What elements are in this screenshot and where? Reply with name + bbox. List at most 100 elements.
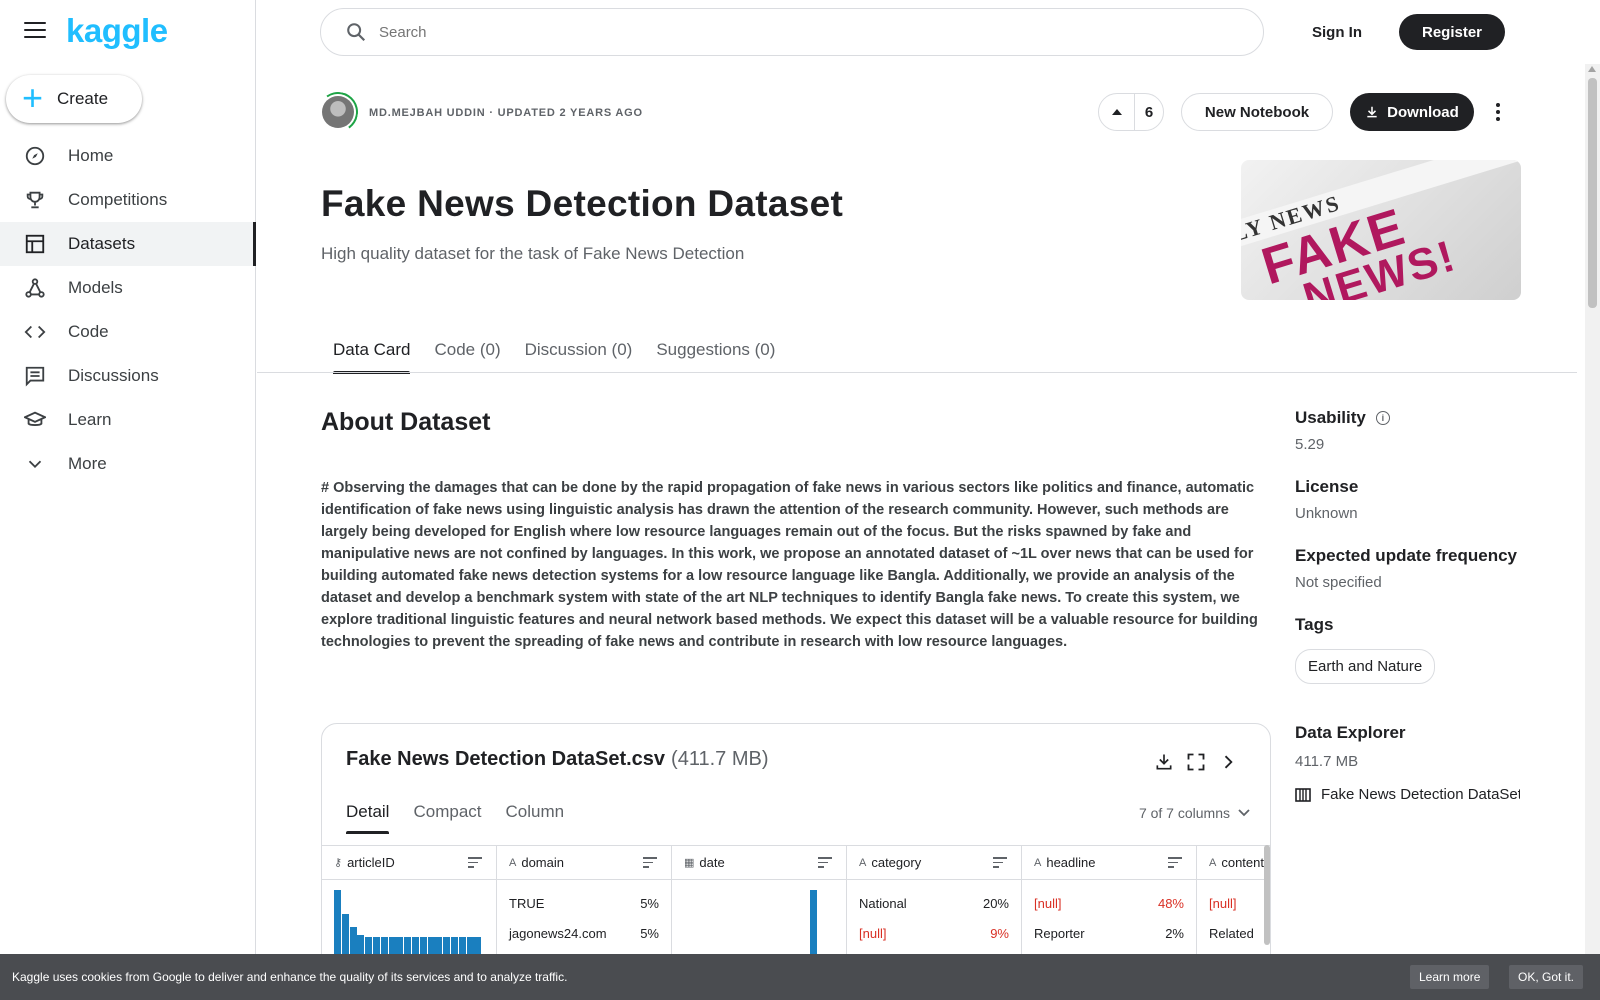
tabs-divider (257, 372, 1577, 373)
sidebar-item-datasets[interactable]: Datasets (0, 222, 256, 266)
chevron-down-icon (24, 453, 46, 475)
value-label: [null] (1209, 895, 1237, 911)
update-frequency-label: Expected update frequency (1295, 546, 1518, 565)
histogram (334, 890, 482, 954)
info-icon[interactable]: i (1375, 411, 1390, 425)
school-icon (24, 409, 46, 431)
column-header[interactable]: ⚷ articleID (322, 846, 496, 880)
download-label: Download (1387, 103, 1459, 121)
download-button[interactable]: Download (1350, 93, 1474, 131)
learn-more-button[interactable]: Learn more (1410, 965, 1490, 989)
table-icon (24, 233, 46, 255)
column-header[interactable]: A domain (497, 846, 671, 880)
column-name: headline (1046, 855, 1096, 870)
tab-detail[interactable]: Detail (346, 802, 390, 834)
sidebar-item-learn[interactable]: Learn (0, 398, 256, 442)
search-bar[interactable] (320, 8, 1264, 56)
sidebar-item-home[interactable]: Home (0, 134, 256, 178)
column-name: date (699, 855, 725, 870)
value-row: [null] 48% (1022, 888, 1196, 918)
string-icon: A (1034, 856, 1042, 869)
histogram-bar (443, 937, 451, 954)
column-header[interactable]: A category (847, 846, 1021, 880)
chevron-right-icon[interactable] (1216, 750, 1240, 774)
accept-cookies-button[interactable]: OK, Got it. (1509, 965, 1584, 989)
date-histogram-bar (810, 890, 817, 954)
sidebar-item-code[interactable]: Code (0, 310, 256, 354)
search-input[interactable] (379, 23, 1179, 41)
fullscreen-icon[interactable] (1184, 750, 1208, 774)
value-label: National (859, 895, 907, 911)
tab-data-card[interactable]: Data Card (321, 330, 422, 374)
more-options-icon[interactable] (1486, 98, 1510, 126)
search-icon (347, 23, 366, 42)
tab-suggestions[interactable]: Suggestions (0) (644, 330, 787, 374)
comment-icon (24, 365, 46, 387)
dataset-cover-image: LY NEWS FAKE NEWS! (1241, 160, 1521, 300)
sort-icon[interactable] (1168, 857, 1182, 871)
dataset-meta: MD.MEJBAH UDDIN · UPDATED 2 YEARS AGO (369, 107, 643, 119)
kaggle-logo[interactable]: kaggle (66, 12, 168, 50)
about-text: # Observing the damages that can be done… (321, 480, 1258, 650)
column-name: articleID (347, 855, 395, 870)
grid-scrollbar[interactable] (1264, 845, 1270, 945)
column-name: category (871, 855, 922, 870)
tab-column[interactable]: Column (506, 802, 565, 834)
sort-icon[interactable] (643, 857, 657, 871)
page-scrollbar[interactable] (1585, 64, 1600, 954)
file-name: Fake News Detection DataSet.csv (346, 748, 666, 770)
histogram-bar (419, 937, 427, 954)
tab-discussion[interactable]: Discussion (0) (513, 330, 645, 374)
download-icon (1367, 106, 1377, 118)
key-icon: ⚷ (334, 857, 343, 869)
sidebar-item-label: Discussions (68, 366, 159, 385)
tab-compact[interactable]: Compact (413, 802, 481, 834)
sidebar-item-label: Datasets (68, 234, 136, 253)
sidebar-item-more[interactable]: More (0, 442, 256, 486)
string-icon: A (509, 856, 517, 869)
sidebar-item-models[interactable]: Models (0, 266, 256, 310)
sort-icon[interactable] (818, 857, 832, 871)
histogram-bar (466, 937, 474, 954)
value-row: TRUE 5% (497, 888, 671, 918)
file-title: Fake News Detection DataSet.csv (411.7 MB… (346, 748, 768, 771)
upvote-control: 6 (1098, 93, 1164, 131)
data-explorer-file-link[interactable]: Fake News Detection DataSet (1295, 786, 1520, 803)
histogram-bar (357, 935, 365, 954)
tab-code[interactable]: Code (0) (422, 330, 512, 374)
caret-up-icon (1111, 109, 1122, 115)
histogram-bar (427, 937, 435, 954)
new-notebook-button[interactable]: New Notebook (1181, 93, 1333, 131)
tag-chip[interactable]: Earth and Nature (1295, 649, 1436, 684)
column-header[interactable]: A content (1197, 846, 1270, 880)
column-selector[interactable]: 7 of 7 columns (1139, 805, 1250, 821)
about-heading: About Dataset (321, 408, 491, 436)
column-selector-label: 7 of 7 columns (1138, 805, 1230, 821)
value-percent: 48% (1157, 895, 1184, 911)
histogram-bar (365, 937, 373, 954)
value-row: jagonews24.com 5% (497, 918, 671, 948)
scroll-up-icon[interactable] (1588, 66, 1596, 72)
sort-icon[interactable] (468, 857, 482, 871)
sidebar-nav: Home Competitions Datasets Models Code D… (0, 134, 256, 486)
register-button[interactable]: Register (1399, 14, 1505, 50)
create-button[interactable]: + Create (6, 75, 142, 123)
code-icon (24, 321, 46, 343)
data-explorer-label: Data Explorer (1295, 723, 1406, 742)
dataset-tabs: Data Card Code (0) Discussion (0) Sugges… (321, 330, 787, 374)
trophy-icon (24, 189, 46, 211)
histogram-bar (458, 937, 466, 954)
upvote-button[interactable] (1099, 94, 1135, 130)
menu-icon[interactable] (24, 22, 46, 40)
update-frequency-value: Not specified (1295, 574, 1382, 591)
column-header[interactable]: ▦ date (672, 846, 846, 880)
sort-icon[interactable] (993, 857, 1007, 871)
sign-in-button[interactable]: Sign In (1302, 14, 1372, 50)
download-file-icon[interactable] (1152, 750, 1176, 774)
value-percent: 2% (1165, 925, 1184, 941)
sidebar-item-competitions[interactable]: Competitions (0, 178, 256, 222)
column-header[interactable]: A headline (1022, 846, 1196, 880)
scrollbar-thumb[interactable] (1588, 78, 1597, 308)
avatar[interactable] (322, 96, 354, 128)
sidebar-item-discussions[interactable]: Discussions (0, 354, 256, 398)
